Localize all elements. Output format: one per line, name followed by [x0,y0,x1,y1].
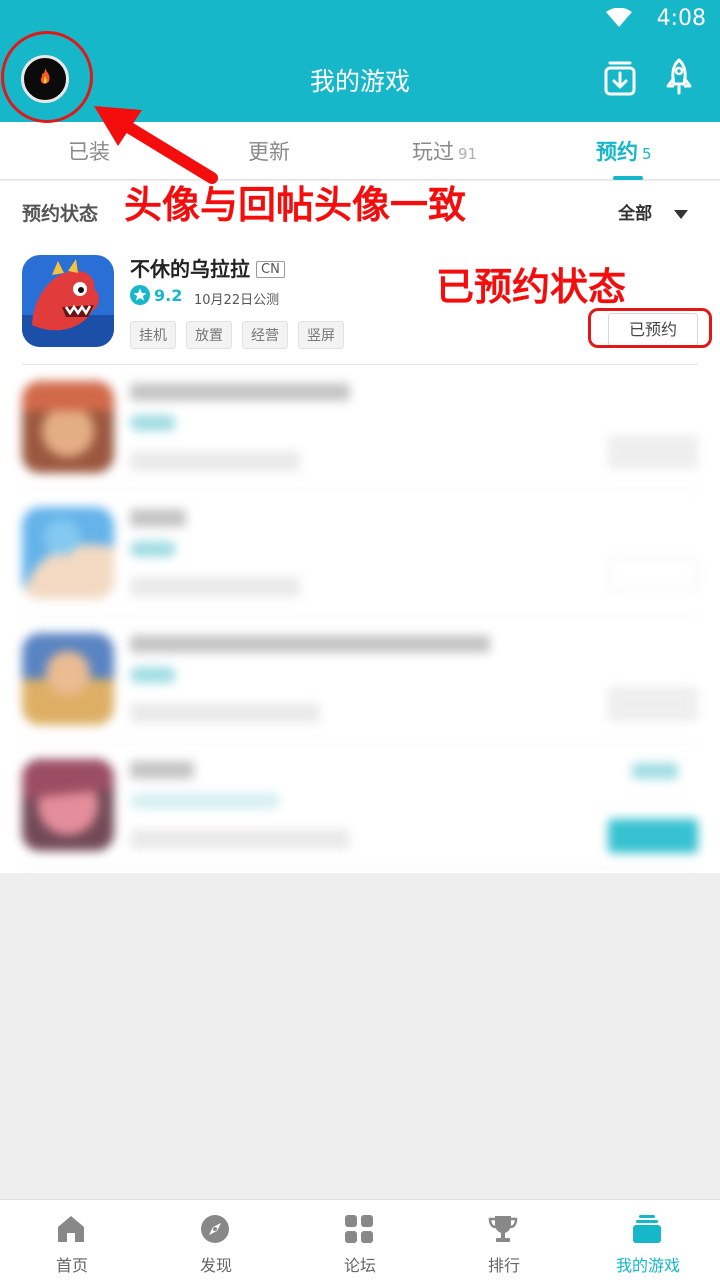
tab-label: 预约 [596,140,638,164]
blurred-title [130,635,490,653]
download-icon[interactable] [604,60,636,96]
tab-indicator [613,176,643,180]
nav-my-games[interactable]: 我的游戏 [576,1200,720,1280]
trophy-icon [488,1216,518,1242]
blurred-action-button[interactable] [608,687,698,721]
tag[interactable]: 挂机 [130,321,176,349]
tab-label: 更新 [248,140,290,164]
tab-updates[interactable]: 更新 [248,136,290,166]
nav-label: 排行 [487,1256,520,1275]
blurred-tags [130,829,350,849]
game-row[interactable] [22,743,698,869]
nav-label: 我的游戏 [615,1256,680,1275]
blurred-rating [130,667,176,683]
blurred-action-button[interactable] [608,435,698,469]
blurred-rating [130,415,176,431]
nav-discover[interactable]: 发现 [144,1200,288,1280]
game-icon[interactable] [22,759,114,851]
blurred-tags [130,703,320,723]
annotation-box [588,308,712,348]
blurred-link[interactable] [632,763,678,779]
tab-count: 91 [458,145,478,163]
region-badge: CN [256,261,285,278]
blurred-tags [130,451,300,471]
release-date: 10月22日公测 [194,293,280,308]
game-icon[interactable] [22,633,114,725]
nav-home[interactable]: 首页 [0,1200,144,1280]
tab-reserved[interactable]: 预约 5 [596,136,652,166]
blurred-title [130,383,350,401]
game-icon[interactable] [22,255,114,347]
game-row[interactable] [22,491,698,617]
game-icon[interactable] [22,381,114,473]
filter-dropdown-value: 全部 [618,204,653,224]
compass-icon [201,1215,229,1243]
tag[interactable]: 放置 [186,321,232,349]
chevron-down-icon [674,209,688,219]
blurred-action-button[interactable] [608,557,698,591]
game-row[interactable] [22,617,698,743]
filter-label: 预约状态 [22,203,99,225]
blurred-rating [130,541,176,557]
game-rating: 9.2 [130,285,182,305]
rating-value: 9.2 [154,286,183,305]
tag[interactable]: 经营 [242,321,288,349]
blurred-title [130,761,194,779]
home-icon [58,1216,84,1242]
grid-icon [345,1215,373,1243]
tab-count: 5 [642,145,652,163]
tab-played[interactable]: 玩过 91 [412,136,477,166]
filter-dropdown[interactable]: 全部 [618,199,688,224]
nav-label: 论坛 [343,1256,376,1275]
status-time: 4:08 [656,6,706,31]
blurred-title [130,509,186,527]
annotation-status-note: 已预约状态 [436,265,627,309]
nav-label: 发现 [199,1256,232,1275]
rocket-icon[interactable] [664,58,694,96]
status-bar: 4:08 [0,0,720,38]
tab-label: 玩过 [412,140,454,164]
tag[interactable]: 竖屏 [298,321,344,349]
blurred-rating [130,793,280,809]
nav-forum[interactable]: 论坛 [288,1200,432,1280]
tag-list: 挂机 放置 经营 竖屏 [130,321,354,349]
game-row[interactable] [22,365,698,491]
nav-label: 首页 [55,1256,88,1275]
wifi-icon [606,8,632,27]
nav-ranking[interactable]: 排行 [432,1200,576,1280]
annotation-circle [1,31,93,123]
game-icon[interactable] [22,507,114,599]
bottom-nav: 首页 发现 论坛 排行 我的游戏 [0,1199,720,1280]
star-icon [130,285,150,305]
stack-icon [633,1215,661,1243]
game-name-text: 不休的乌拉拉 [130,257,250,281]
annotation-avatar-note: 头像与回帖头像一致 [124,183,467,227]
blurred-download-button[interactable] [608,819,698,853]
blurred-tags [130,577,300,597]
game-name[interactable]: 不休的乌拉拉 CN [130,253,285,282]
